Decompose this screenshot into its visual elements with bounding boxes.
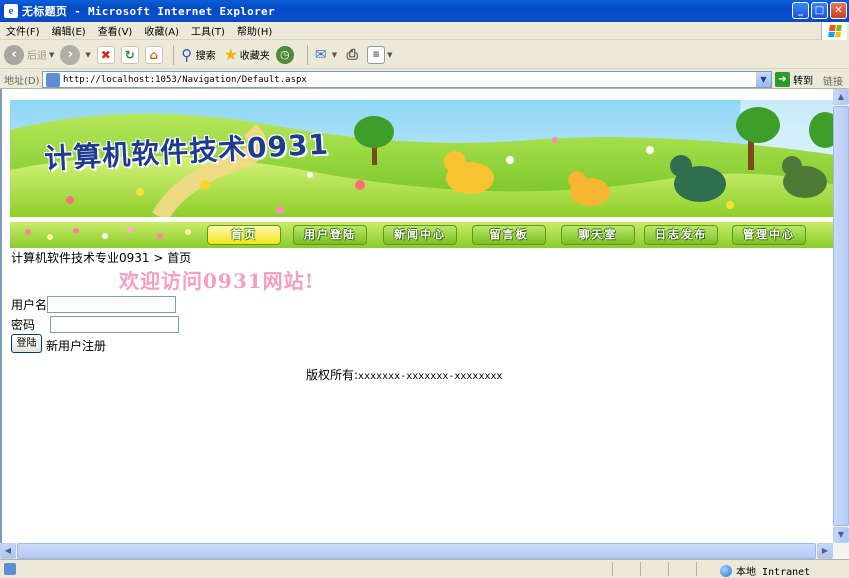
nav-chatroom[interactable]: 聊天室 [561, 225, 635, 245]
mail-icon: ✉ [314, 46, 327, 63]
zone-label: 本地 Intranet [736, 567, 811, 578]
menu-favorites[interactable]: 收藏(A) [138, 23, 185, 38]
go-button[interactable]: ➔ 转到 [775, 72, 813, 87]
status-divider [612, 562, 613, 576]
nav-guestbook[interactable]: 留言板 [472, 225, 546, 245]
register-link[interactable]: 新用户注册 [46, 337, 106, 354]
search-icon: ⚲ [181, 45, 193, 64]
edit-icon: ≡ [367, 45, 386, 64]
print-icon: ⎙ [346, 46, 358, 63]
status-divider [696, 562, 697, 576]
favorites-star-icon: ★ [223, 45, 238, 64]
address-label: 地址(D) [4, 75, 40, 87]
nav-news[interactable]: 新闻中心 [383, 225, 457, 245]
nav-home[interactable]: 首页 [207, 225, 281, 245]
back-dropdown-icon[interactable]: ▼ [49, 51, 54, 59]
password-input[interactable] [50, 316, 179, 333]
forward-button[interactable]: › ▼ [60, 44, 91, 65]
scroll-down-arrow-icon[interactable]: ▼ [833, 527, 849, 543]
nav-admin[interactable]: 管理中心 [732, 225, 806, 245]
address-bar: 地址(D) http://localhost:1053/Navigation/D… [0, 70, 849, 89]
maximize-button[interactable]: □ [811, 2, 828, 19]
windows-logo-icon [821, 22, 847, 40]
ie-app-icon: e [4, 4, 18, 18]
minimize-button[interactable]: _ [792, 2, 809, 19]
search-button[interactable]: ⚲ 搜索 [178, 46, 216, 64]
edit-button[interactable]: ≡ ▼ [367, 45, 393, 64]
status-page-icon [4, 563, 16, 575]
print-button[interactable]: ⎙ [343, 46, 361, 64]
horizontal-scroll-thumb[interactable] [17, 543, 816, 559]
page-icon [46, 72, 60, 87]
menu-help[interactable]: 帮助(H) [231, 23, 278, 38]
menu-tools[interactable]: 工具(T) [185, 23, 231, 38]
toolbar-separator [306, 44, 308, 65]
nav-log-publish[interactable]: 日志发布 [644, 225, 718, 245]
address-dropdown-icon[interactable]: ▼ [756, 72, 771, 87]
back-label: 后退 [27, 51, 47, 62]
address-input[interactable]: http://localhost:1053/Navigation/Default… [42, 71, 772, 88]
welcome-heading: 欢迎访问0931网站! [119, 269, 315, 293]
vertical-scrollbar[interactable]: ▲ ▼ [833, 89, 849, 543]
vertical-scroll-thumb[interactable] [833, 106, 849, 526]
favorites-button[interactable]: ★ 收藏夹 [222, 45, 270, 64]
intranet-globe-icon [720, 564, 732, 577]
home-icon: ⌂ [144, 45, 163, 64]
back-arrow-icon: ‹ [4, 44, 24, 65]
toolbar: ‹ 后退 ▼ › ▼ ✖ ↻ ⌂ ⚲ 搜索 ★ 收藏夹 ◷ ✉ ▼ ⎙ ≡ ▼ [0, 41, 849, 69]
site-banner: 计算机软件技术0931 [10, 100, 833, 217]
title-bar[interactable]: e 无标题页 - Microsoft Internet Explorer _ □… [0, 0, 849, 22]
stop-button[interactable]: ✖ [96, 45, 115, 64]
password-row: 密码 [11, 316, 179, 333]
toolbar-separator [172, 44, 174, 65]
refresh-button[interactable]: ↻ [120, 45, 139, 64]
refresh-icon: ↻ [120, 45, 139, 64]
history-button[interactable]: ◷ [275, 45, 297, 64]
username-row: 用户名 [11, 296, 177, 313]
close-button[interactable]: ✕ [830, 2, 847, 19]
username-input[interactable] [47, 296, 177, 313]
status-divider [640, 562, 641, 576]
nav-flowers-decoration [25, 227, 191, 240]
copyright-value: xxxxxxx-xxxxxxx-xxxxxxxx [358, 371, 503, 382]
back-button[interactable]: ‹ 后退 ▼ [4, 44, 54, 65]
menu-file[interactable]: 文件(F) [0, 23, 46, 38]
menu-view[interactable]: 查看(V) [92, 23, 139, 38]
page-viewport: 计算机软件技术0931 首页 用户登陆 新闻中心 留言板 聊天室 日志发布 管理… [0, 89, 833, 543]
status-bar: 本地 Intranet [0, 559, 849, 578]
home-button[interactable]: ⌂ [144, 45, 163, 64]
search-label: 搜索 [195, 51, 216, 62]
mail-dropdown-icon[interactable]: ▼ [332, 51, 337, 59]
username-label: 用户名 [11, 298, 48, 312]
breadcrumb: 计算机软件技术专业0931 > 首页 [11, 251, 192, 265]
horizontal-scrollbar[interactable]: ◀ ▶ [0, 543, 849, 559]
history-icon: ◷ [275, 45, 294, 64]
go-arrow-icon: ➔ [775, 72, 790, 87]
site-nav: 首页 用户登陆 新闻中心 留言板 聊天室 日志发布 管理中心 [10, 222, 833, 248]
nav-user-login[interactable]: 用户登陆 [293, 225, 367, 245]
scroll-right-arrow-icon[interactable]: ▶ [817, 543, 833, 559]
address-url[interactable]: http://localhost:1053/Navigation/Default… [63, 75, 307, 85]
copyright: 版权所有:xxxxxxx-xxxxxxx-xxxxxxxx [306, 366, 503, 383]
stop-icon: ✖ [96, 45, 115, 64]
edit-dropdown-icon[interactable]: ▼ [387, 51, 392, 59]
mail-button[interactable]: ✉ ▼ [312, 46, 337, 64]
status-divider [668, 562, 669, 576]
scroll-up-arrow-icon[interactable]: ▲ [833, 89, 849, 105]
go-label: 转到 [793, 76, 813, 87]
password-label: 密码 [11, 318, 36, 332]
scroll-left-arrow-icon[interactable]: ◀ [0, 543, 16, 559]
window-title: 无标题页 - Microsoft Internet Explorer [22, 5, 275, 18]
copyright-label: 版权所有: [306, 368, 359, 382]
menu-edit[interactable]: 编辑(E) [46, 23, 92, 38]
forward-arrow-icon: › [60, 44, 81, 65]
favorites-label: 收藏夹 [239, 51, 270, 62]
forward-dropdown-icon[interactable]: ▼ [85, 51, 90, 59]
login-button[interactable]: 登陆 [11, 334, 42, 353]
security-zone[interactable]: 本地 Intranet [720, 563, 810, 578]
links-button[interactable]: 链接 [823, 73, 843, 88]
menu-bar: 文件(F) 编辑(E) 查看(V) 收藏(A) 工具(T) 帮助(H) [0, 22, 849, 40]
